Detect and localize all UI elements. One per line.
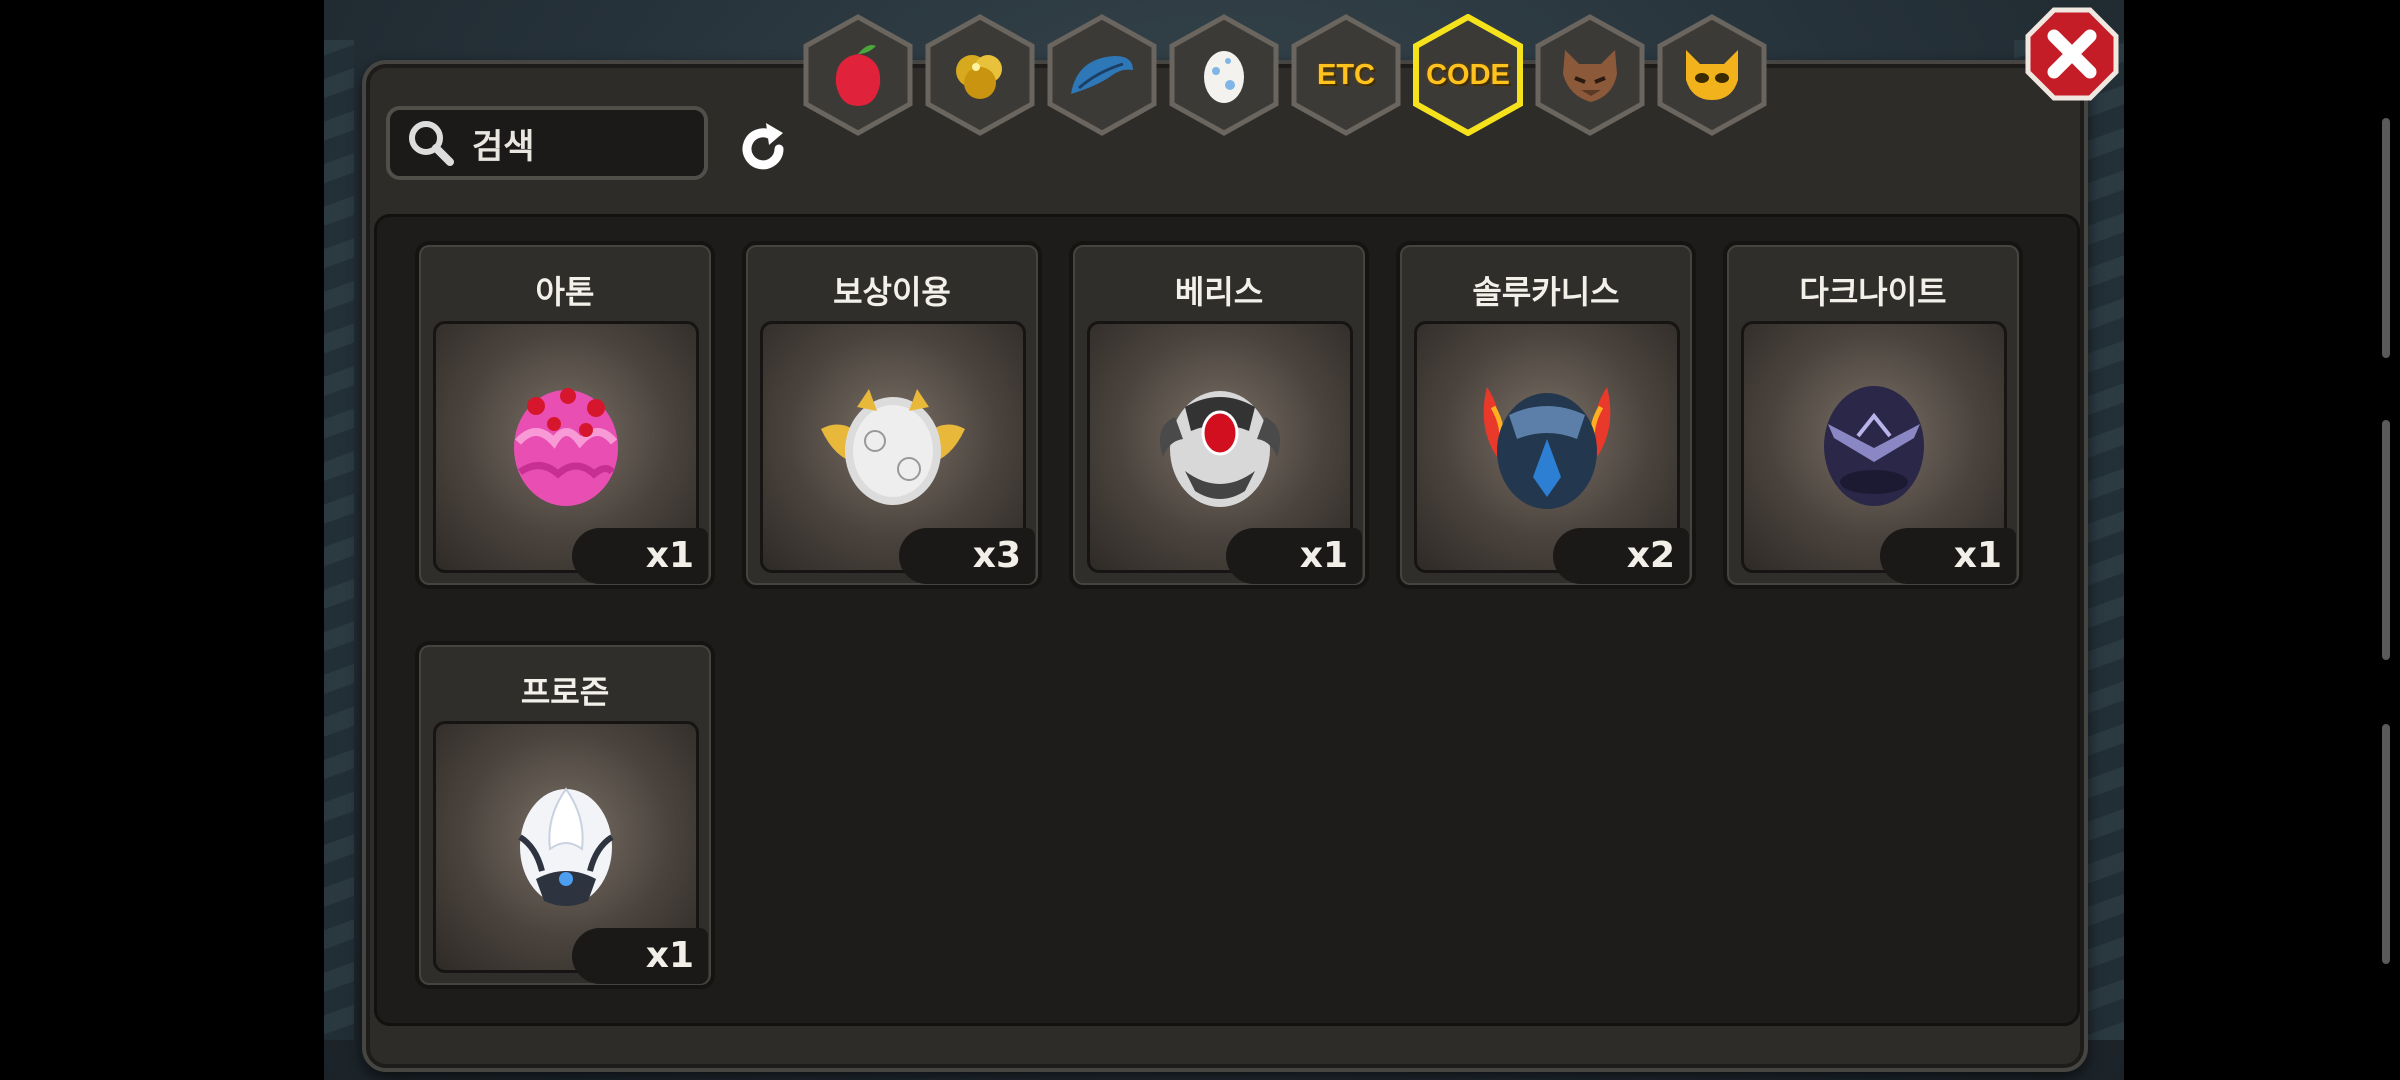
tab-etc[interactable]: ETC (1290, 14, 1402, 136)
item-quantity: x1 (1226, 528, 1362, 584)
item-grid: 아톤 x1 보상이용 x3 베리스 x1 솔루카니스 x2 다크나이트 x1 프… (374, 214, 2080, 1026)
item-quantity: x3 (899, 528, 1035, 584)
item-name: 베리스 (1174, 273, 1264, 311)
cat-mask-icon (1686, 50, 1738, 100)
scrollbar-thumb[interactable] (2382, 420, 2390, 660)
horned-ruby-egg-icon (1159, 391, 1281, 508)
tab-feather[interactable] (1046, 14, 1158, 136)
tab-mask[interactable] (1656, 14, 1768, 136)
scrollbar-thumb[interactable] (2382, 724, 2390, 964)
background-decoration-left (324, 40, 354, 1040)
frozen-egg-icon (518, 787, 614, 907)
tab-code[interactable]: CODE (1412, 14, 1524, 136)
item-quantity: x1 (1880, 528, 2016, 584)
blue-feather-icon (1071, 56, 1133, 94)
item-name: 솔루카니스 (1472, 273, 1620, 311)
item-name: 다크나이트 (1799, 273, 1947, 311)
item-quantity: x1 (572, 928, 708, 984)
item-card[interactable]: 솔루카니스 x2 (1396, 241, 1696, 589)
item-slot: x2 (1414, 321, 1689, 584)
tab-egg[interactable] (1168, 14, 1280, 136)
item-slot: x1 (433, 321, 708, 584)
flame-blue-egg-icon (1483, 387, 1611, 510)
item-slot: x3 (760, 321, 1035, 584)
game-scene: 검색 아톤 x1 보상이용 x3 베리스 x1 솔루카니스 x2 다크나이트 x… (324, 0, 2124, 1080)
code-text-icon: CODE (1426, 58, 1510, 91)
item-name: 프로즌 (520, 673, 610, 711)
item-card[interactable]: 프로즌 x1 (415, 641, 715, 989)
close-icon (2025, 7, 2119, 101)
item-slot: x1 (1087, 321, 1362, 584)
pink-egg-icon (514, 388, 618, 507)
item-quantity: x2 (1553, 528, 1689, 584)
category-tabs: ETC CODE (324, 0, 2124, 150)
item-name: 보상이용 (833, 273, 951, 311)
gold-ore-icon (956, 55, 1002, 99)
close-button[interactable] (2024, 6, 2120, 102)
winged-white-egg-icon (821, 389, 965, 506)
item-card[interactable]: 베리스 x1 (1069, 241, 1369, 589)
item-slot: x1 (1741, 321, 2016, 584)
tab-gold[interactable] (924, 14, 1036, 136)
wolf-head-icon (1563, 50, 1617, 102)
dark-egg-icon (1824, 386, 1924, 507)
tab-fruit[interactable] (802, 14, 914, 136)
scrollbar-thumb[interactable] (2382, 118, 2390, 358)
item-slot: x1 (433, 721, 708, 984)
tab-wolf[interactable] (1534, 14, 1646, 136)
etc-text-icon: ETC (1317, 58, 1375, 91)
item-card[interactable]: 보상이용 x3 (742, 241, 1042, 589)
item-card[interactable]: 다크나이트 x1 (1723, 241, 2023, 589)
inventory-panel: 검색 아톤 x1 보상이용 x3 베리스 x1 솔루카니스 x2 다크나이트 x… (362, 60, 2088, 1072)
egg-icon (1204, 51, 1244, 103)
item-name: 아톤 (535, 273, 595, 311)
item-card[interactable]: 아톤 x1 (415, 241, 715, 589)
item-quantity: x1 (572, 528, 708, 584)
fruit-icon (835, 45, 881, 106)
